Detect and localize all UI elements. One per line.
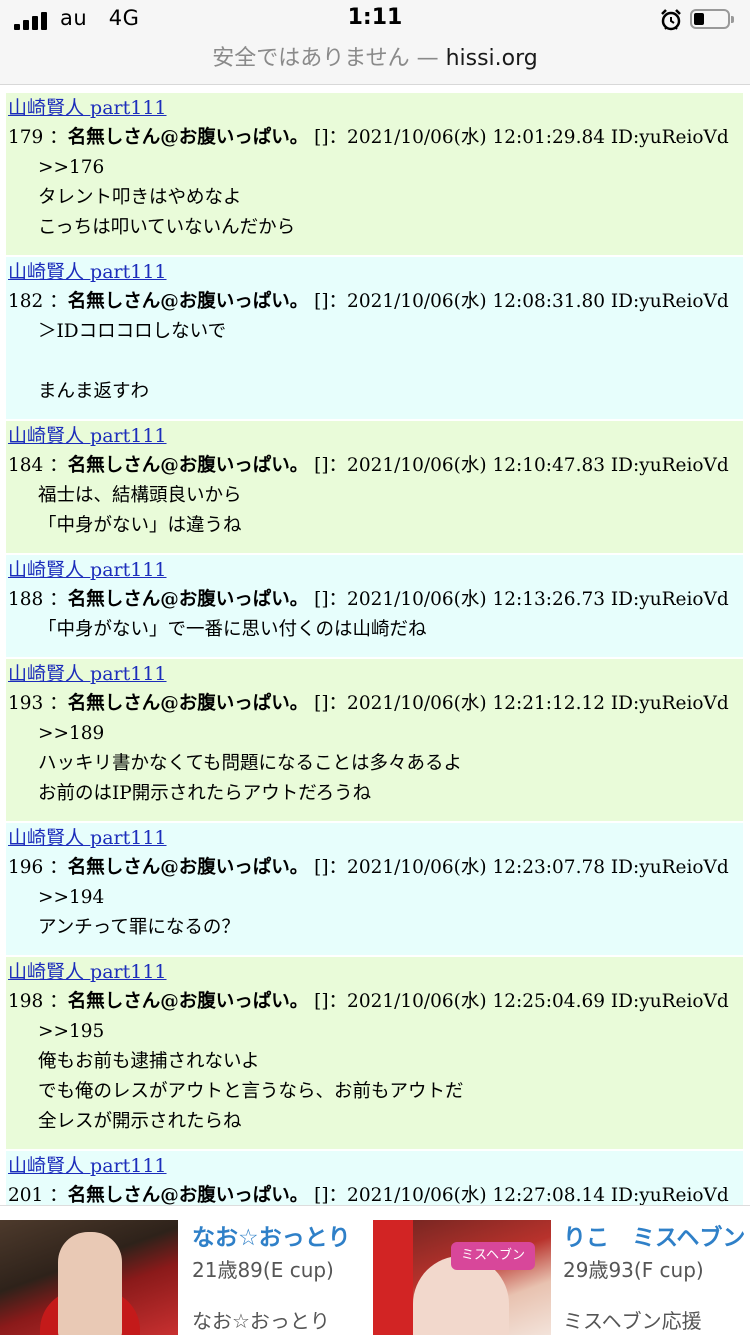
post-body-line: 「中身がない」は違うね (38, 515, 242, 536)
post-header: 179 ：名無しさん@お腹いっぱい。 []：2021/10/06(水) 12:0… (8, 127, 729, 148)
url-host: hissi.org (445, 46, 538, 71)
post-body-line: 「中身がない」で一番に思い付くのは山崎だね (38, 619, 427, 640)
thread-link[interactable]: 山崎賢人 part111 (6, 957, 743, 987)
post-body-line: 俺もお前も逮捕されないよ (38, 1051, 260, 1072)
ad-left-title[interactable]: なお☆おっとり (192, 1218, 351, 1252)
ad-right-title[interactable]: りこ ミスヘブン (563, 1218, 745, 1252)
reply-anchor[interactable]: >>189 (6, 719, 743, 749)
post-body-line: アンチって罪になるの？ (38, 917, 240, 938)
post-list: 山崎賢人 part111 179 ：名無しさん@お腹いっぱい。 []：2021/1… (6, 91, 743, 1215)
reply-anchor[interactable]: >>194 (6, 883, 743, 913)
battery-icon (690, 9, 734, 29)
url-separator: — (416, 46, 439, 71)
poster-name: 名無しさん@お腹いっぱい。 (67, 291, 309, 312)
poster-name: 名無しさん@お腹いっぱい。 (67, 455, 309, 476)
poster-name: 名無しさん@お腹いっぱい。 (67, 1185, 309, 1206)
post-meta: []：2021/10/06(水) 12:10:47.83 ID:yuReioVd (314, 455, 729, 476)
post-header: 198 ：名無しさん@お腹いっぱい。 []：2021/10/06(水) 12:2… (8, 991, 729, 1012)
post-body-line: ＞IDコロコロしないで (38, 321, 227, 342)
post-body-line: ハッキリ書かなくても問題になることは多々あるよ (38, 753, 463, 774)
post-body-line: 福士は、結構頭良いから (38, 485, 242, 506)
post-meta: []：2021/10/06(水) 12:27:08.14 ID:yuReioVd (314, 1185, 729, 1206)
poster-name: 名無しさん@お腹いっぱい。 (67, 991, 309, 1012)
poster-name: 名無しさん@お腹いっぱい。 (67, 857, 309, 878)
post-body-line: こっちは叩いていないんだから (38, 217, 296, 238)
post-body-line (6, 347, 743, 377)
poster-name: 名無しさん@お腹いっぱい。 (67, 127, 309, 148)
post-number: 198 (8, 991, 44, 1012)
ad-left-age: 21歳89(E cup) (192, 1258, 334, 1282)
status-bar: au 4G 1:11 (0, 0, 750, 40)
ad-photo-stamp: ミスヘブン (451, 1242, 535, 1270)
post: 山崎賢人 part111 179 ：名無しさん@お腹いっぱい。 []：2021/1… (6, 91, 743, 255)
post-meta: []：2021/10/06(水) 12:01:29.84 ID:yuReioVd (314, 127, 729, 148)
alarm-clock-icon (661, 9, 681, 31)
poster-name: 名無しさん@お腹いっぱい。 (67, 589, 309, 610)
browser-top-bar: au 4G 1:11 安全ではありません — hissi.org (0, 0, 750, 85)
url-bar[interactable]: 安全ではありません — hissi.org (0, 40, 750, 72)
post-header: 188 ：名無しさん@お腹いっぱい。 []：2021/10/06(水) 12:1… (8, 589, 729, 610)
post-number: 179 (8, 127, 44, 148)
post-number: 184 (8, 455, 44, 476)
post-meta: []：2021/10/06(水) 12:21:12.12 ID:yuReioVd (314, 693, 729, 714)
post-number: 182 (8, 291, 44, 312)
post-body-line: まんま返すわ (38, 381, 150, 402)
thread-link[interactable]: 山崎賢人 part111 (6, 1151, 743, 1181)
post-number: 196 (8, 857, 44, 878)
ad-banner[interactable]: なお☆おっとり 21歳89(E cup) なお☆おっとり ミスヘブン りこ ミス… (0, 1205, 750, 1335)
post: 山崎賢人 part111 182 ：名無しさん@お腹いっぱい。 []：2021/1… (6, 255, 743, 419)
status-time: 1:11 (347, 5, 403, 30)
post-header: 196 ：名無しさん@お腹いっぱい。 []：2021/10/06(水) 12:2… (8, 857, 729, 878)
post: 山崎賢人 part111 184 ：名無しさん@お腹いっぱい。 []：2021/1… (6, 419, 743, 553)
post: 山崎賢人 part111 196 ：名無しさん@お腹いっぱい。 []：2021/1… (6, 821, 743, 955)
post-meta: []：2021/10/06(水) 12:08:31.80 ID:yuReioVd (314, 291, 729, 312)
thread-link[interactable]: 山崎賢人 part111 (6, 93, 743, 123)
ad-photo-right[interactable]: ミスヘブン (373, 1220, 551, 1335)
post-body-line: でも俺のレスがアウトと言うなら、お前もアウトだ (38, 1081, 464, 1102)
poster-name: 名無しさん@お腹いっぱい。 (67, 693, 309, 714)
post: 山崎賢人 part111 193 ：名無しさん@お腹いっぱい。 []：2021/1… (6, 657, 743, 821)
reply-anchor[interactable]: >>195 (6, 1017, 743, 1047)
post-body-line: タレント叩きはやめなよ (38, 187, 242, 208)
thread-link[interactable]: 山崎賢人 part111 (6, 823, 743, 853)
thread-link[interactable]: 山崎賢人 part111 (6, 421, 743, 451)
security-warning: 安全ではありません (212, 46, 410, 71)
post-number: 201 (8, 1185, 44, 1206)
post-number: 193 (8, 693, 44, 714)
ad-right-sub[interactable]: ミスヘブン応援 (563, 1305, 702, 1334)
post-body-line: お前のはIP開示されたらアウトだろうね (38, 783, 372, 804)
post-meta: []：2021/10/06(水) 12:23:07.78 ID:yuReioVd (314, 857, 729, 878)
post-meta: []：2021/10/06(水) 12:13:26.73 ID:yuReioVd (314, 589, 729, 610)
ad-photo-left[interactable] (0, 1220, 178, 1335)
thread-link[interactable]: 山崎賢人 part111 (6, 257, 743, 287)
ad-right-age: 29歳93(F cup) (563, 1258, 704, 1282)
ad-left-sub[interactable]: なお☆おっとり (192, 1305, 330, 1334)
reply-anchor[interactable]: >>176 (6, 153, 743, 183)
post: 山崎賢人 part111 198 ：名無しさん@お腹いっぱい。 []：2021/1… (6, 955, 743, 1149)
post-header: 182 ：名無しさん@お腹いっぱい。 []：2021/10/06(水) 12:0… (8, 291, 729, 312)
post-body-line: 全レスが開示されたらね (38, 1111, 242, 1132)
post-number: 188 (8, 589, 44, 610)
post-header: 184 ：名無しさん@お腹いっぱい。 []：2021/10/06(水) 12:1… (8, 455, 729, 476)
post: 山崎賢人 part111 188 ：名無しさん@お腹いっぱい。 []：2021/1… (6, 553, 743, 657)
post-meta: []：2021/10/06(水) 12:25:04.69 ID:yuReioVd (314, 991, 729, 1012)
thread-link[interactable]: 山崎賢人 part111 (6, 555, 743, 585)
thread-link[interactable]: 山崎賢人 part111 (6, 659, 743, 689)
post-header: 193 ：名無しさん@お腹いっぱい。 []：2021/10/06(水) 12:2… (8, 693, 729, 714)
